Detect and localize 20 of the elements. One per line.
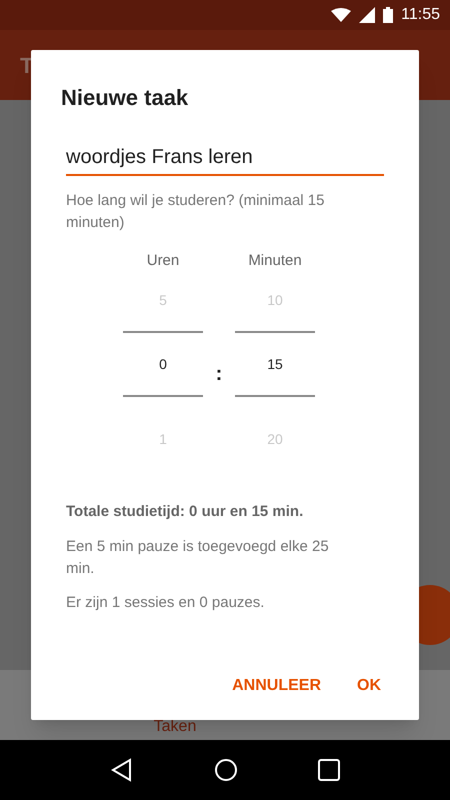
dialog-button[interactable]: ANNULEER (224, 668, 329, 704)
back-icon[interactable] (110, 758, 134, 782)
status-time: 11:55 (401, 5, 440, 25)
separator: : (214, 362, 224, 387)
dialog-title: Nieuwe taak (61, 84, 190, 112)
recents-icon[interactable] (318, 759, 340, 781)
info-text: Een 5 min pauze is toegevoegd elke 25 min. (66, 536, 330, 578)
info-text: Er zijn 1 sessies en 0 pauzes. (66, 592, 266, 612)
picker-label: Uren (146, 251, 180, 271)
task-name-field[interactable]: woordjes Frans leren (66, 142, 384, 176)
home-icon[interactable] (214, 758, 238, 782)
picker-selected-value[interactable]: 0 (159, 333, 167, 395)
total-time: Totale studietijd: 0 uur en 15 min. (66, 502, 304, 522)
signal-icon (359, 7, 376, 23)
wifi-icon (331, 8, 352, 22)
picker-label: Minuten (248, 251, 302, 271)
picker-selected-value[interactable]: 15 (267, 333, 283, 395)
battery-icon (383, 7, 394, 23)
dialog-button[interactable]: OK (349, 668, 389, 704)
duration-prompt: Hoe lang wil je studeren? (minimaal 15 minuten) (66, 191, 326, 233)
